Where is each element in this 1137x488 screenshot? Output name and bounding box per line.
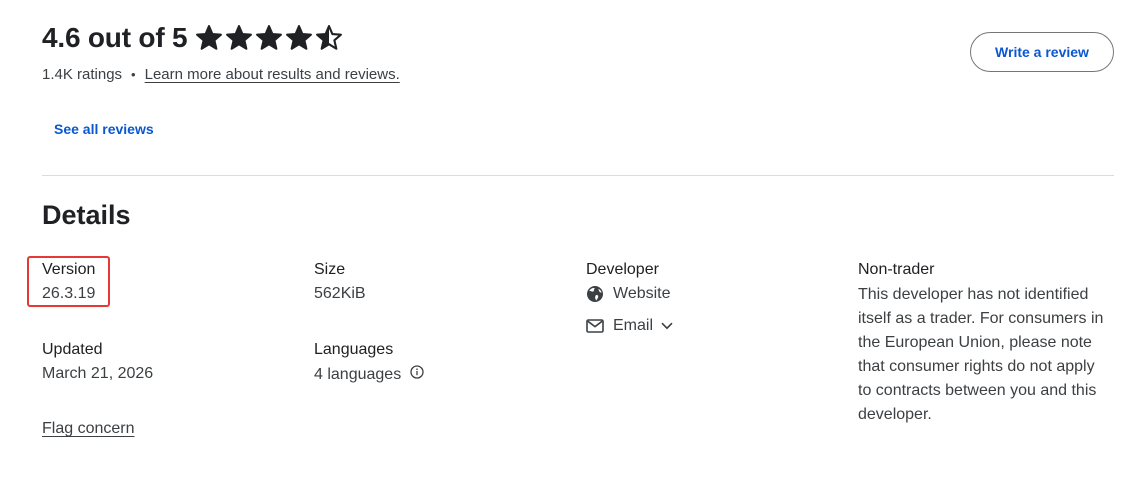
developer-label: Developer <box>586 261 659 278</box>
flag-concern-link[interactable]: Flag concern <box>42 420 135 438</box>
details-heading: Details <box>42 200 131 230</box>
ratings-meta: 1.4K ratings • Learn more about results … <box>42 66 400 83</box>
meta-separator: • <box>131 67 136 82</box>
languages-label: Languages <box>314 341 394 358</box>
developer-email-label: Email <box>613 317 654 334</box>
star-full-icon <box>226 25 253 50</box>
write-review-button[interactable]: Write a review <box>970 32 1114 72</box>
rating-score: 4.6 out of 5 <box>42 22 188 53</box>
chevron-down-icon <box>661 322 673 330</box>
star-full-icon <box>286 25 313 50</box>
rating-summary: 4.6 out of 5 <box>42 20 343 56</box>
developer-website-label: Website <box>613 285 671 302</box>
languages-value: 4 languages <box>314 365 402 383</box>
size-label: Size <box>314 261 346 278</box>
version-value: 26.3.19 <box>42 285 96 302</box>
developer-email-toggle[interactable]: Email <box>586 317 673 335</box>
star-full-icon <box>196 25 223 50</box>
section-divider <box>42 175 1114 176</box>
version-label: Version <box>42 261 96 278</box>
see-all-reviews-link[interactable]: See all reviews <box>54 121 154 137</box>
ratings-count: 1.4K ratings <box>42 66 123 83</box>
star-full-icon <box>256 25 283 50</box>
email-icon <box>586 319 604 333</box>
non-trader-text: This developer has not identified itself… <box>858 286 1104 423</box>
star-half-icon <box>316 25 343 50</box>
info-icon[interactable] <box>410 365 424 384</box>
learn-more-link[interactable]: Learn more about results and reviews. <box>145 66 400 83</box>
updated-label: Updated <box>42 341 103 358</box>
developer-website-link[interactable]: Website <box>586 285 671 303</box>
rating-stars <box>195 24 343 52</box>
languages-row[interactable]: 4 languages <box>314 365 424 384</box>
non-trader-label: Non-trader <box>858 261 935 278</box>
size-value: 562KiB <box>314 285 366 302</box>
updated-value: March 21, 2026 <box>42 365 154 382</box>
globe-icon <box>586 285 604 303</box>
